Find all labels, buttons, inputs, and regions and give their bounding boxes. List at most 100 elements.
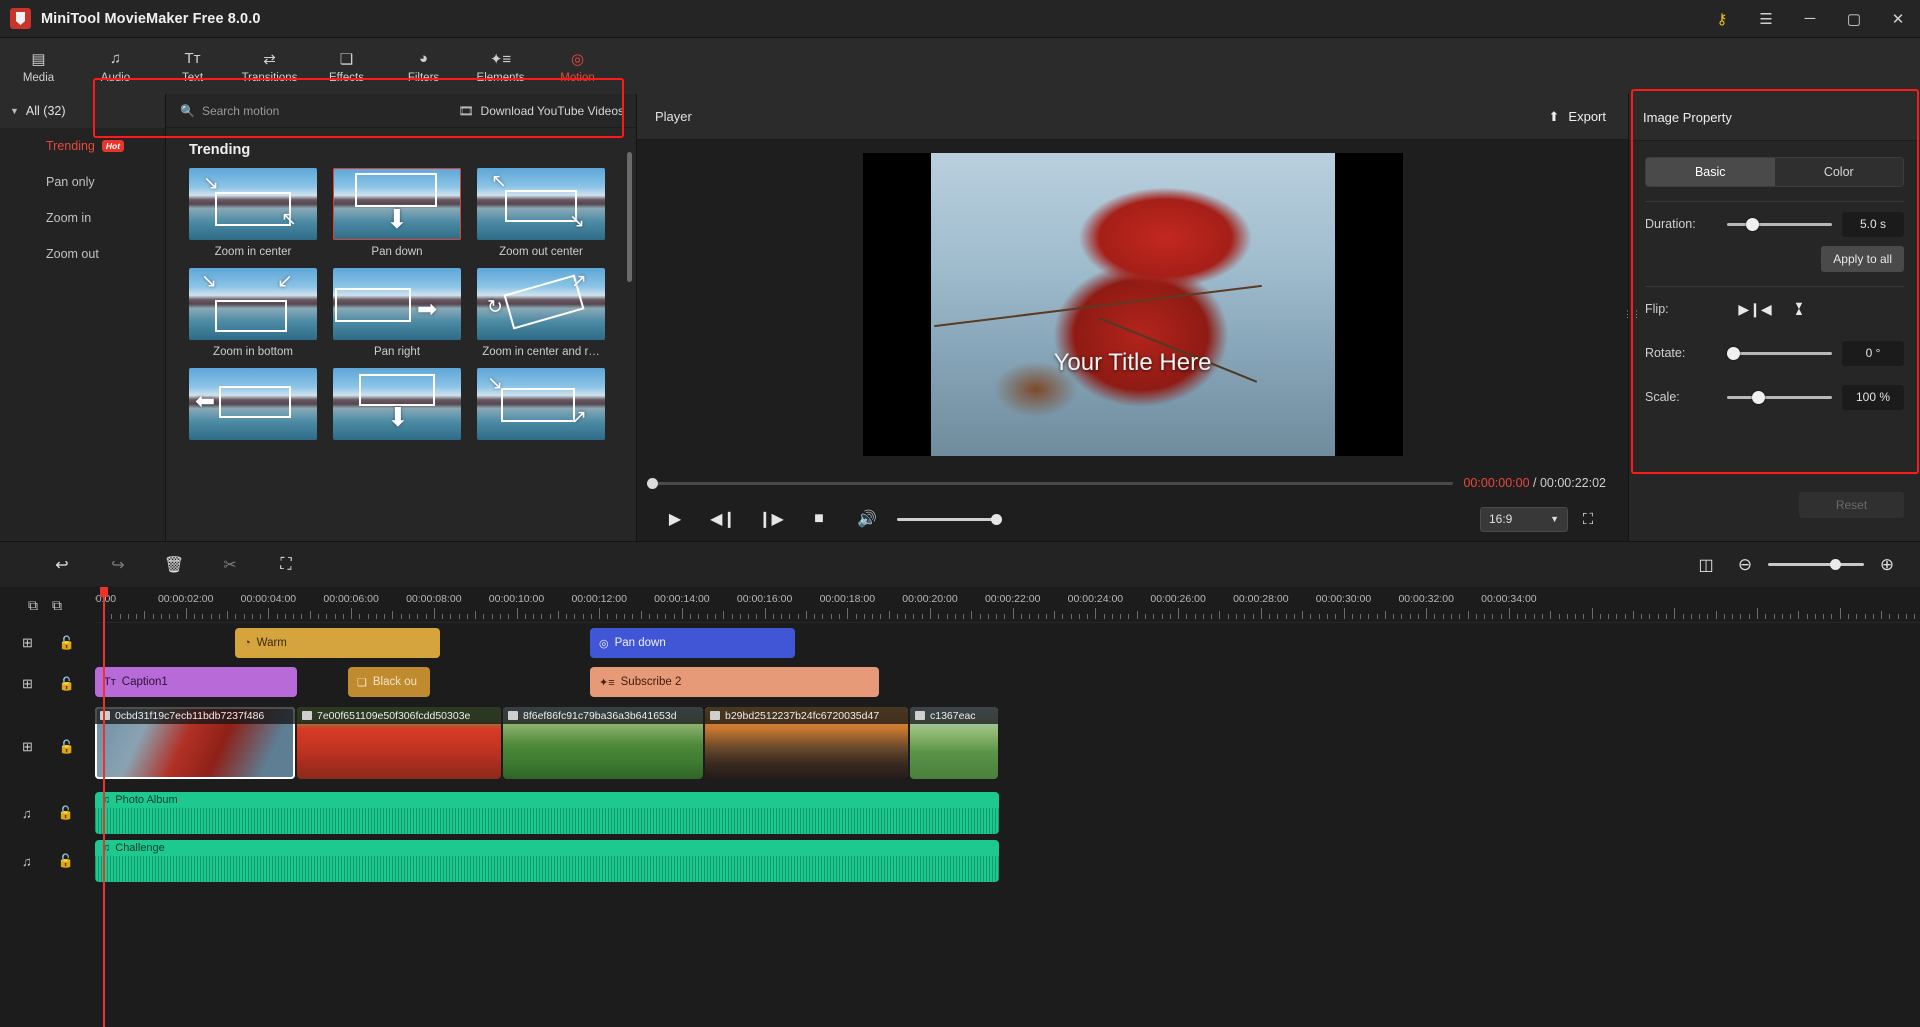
search-input[interactable]: 🔍 Search motion <box>180 104 279 118</box>
scale-handle[interactable] <box>1752 390 1766 404</box>
panel-resize-grip[interactable]: ⋮⋮ <box>1623 309 1641 320</box>
menu-button[interactable]: ☰ <box>1744 0 1788 38</box>
aspect-ratio-select[interactable]: 16:9 ▼ <box>1480 506 1568 532</box>
motion-scrollbar[interactable] <box>627 152 632 282</box>
close-button[interactable]: ✕ <box>1876 0 1920 38</box>
tab-color[interactable]: Color <box>1775 158 1904 186</box>
motion-item-zoom-out-center[interactable]: ↖ ↘ Zoom out center <box>477 168 605 258</box>
timeline-zoom-handle[interactable] <box>1830 559 1841 570</box>
ribbon-item-motion[interactable]: ◎ Motion <box>539 38 616 94</box>
play-icon[interactable]: ▶ <box>651 497 699 541</box>
reset-button[interactable]: Reset <box>1799 492 1904 518</box>
unlock-icon[interactable]: 🔓 <box>59 635 75 651</box>
unlock-icon[interactable]: 🔓 <box>59 676 75 692</box>
timeline-clip-black-out[interactable]: ❏ Black ou <box>348 667 430 697</box>
motion-item-8[interactable]: ⬇ <box>333 368 461 446</box>
timeline-clip-challenge[interactable]: ♫ Challenge <box>95 840 999 882</box>
flip-horizontal-icon[interactable]: ▶❙◀ <box>1738 298 1771 320</box>
split-view-icon[interactable]: ◫ <box>1678 542 1734 588</box>
category-all[interactable]: ▼ All (32) <box>0 94 165 128</box>
ruler-tick <box>1029 614 1031 619</box>
timeline-clip-video-3[interactable]: 8f6ef86fc91c79ba36a3b641653d <box>503 707 703 779</box>
rotate-slider[interactable] <box>1727 346 1832 360</box>
motion-item-zoom-in-bottom[interactable]: ↘ ↙ Zoom in bottom <box>189 268 317 358</box>
player-progress-handle[interactable] <box>647 477 658 489</box>
audio-track-icon[interactable]: ♫ <box>22 854 32 869</box>
scale-value[interactable]: 100 % <box>1842 384 1904 410</box>
category-item-pan-only[interactable]: Pan only <box>0 164 165 200</box>
timeline-clip-caption1[interactable]: Tт Caption1 <box>95 667 297 697</box>
category-item-zoom-out[interactable]: Zoom out <box>0 236 165 272</box>
timeline-clip-warm[interactable]: ◔ Warm <box>235 628 440 658</box>
unlock-icon[interactable]: 🔓 <box>58 853 74 869</box>
crop-icon[interactable]: ⛶ <box>258 542 314 588</box>
ribbon-item-effects[interactable]: ❏ Effects <box>308 38 385 94</box>
split-icon[interactable]: ✂ <box>202 542 258 588</box>
timeline-zoom-slider[interactable] <box>1768 559 1864 570</box>
maximize-button[interactable]: ▢ <box>1832 0 1876 38</box>
ruler-tick <box>1732 614 1734 619</box>
redo-icon[interactable]: ↪ <box>90 542 146 588</box>
rotate-value[interactable]: 0 ° <box>1842 340 1904 366</box>
timeline-clip-video-1[interactable]: 0cbd31f19c7ecb11bdb7237f486 <box>95 707 295 779</box>
previous-frame-icon[interactable]: ◀❙ <box>699 497 747 541</box>
export-button[interactable]: ⬆ Export <box>1549 109 1606 125</box>
rotate-handle[interactable] <box>1727 346 1740 360</box>
volume-handle[interactable] <box>991 513 1002 525</box>
motion-item-pan-right[interactable]: ➡ Pan right <box>333 268 461 358</box>
motion-item-pan-down[interactable]: ⬇ Pan down <box>333 168 461 258</box>
ribbon-item-media[interactable]: ▤ Media <box>0 38 77 94</box>
volume-slider[interactable] <box>897 513 1002 525</box>
duration-handle[interactable] <box>1745 217 1759 231</box>
motion-item-9[interactable]: ↘ ↗ <box>477 368 605 446</box>
apply-to-all-button[interactable]: Apply to all <box>1821 246 1904 272</box>
motion-item-zoom-in-center[interactable]: ↘ ↖ Zoom in center <box>189 168 317 258</box>
timeline-ruler[interactable]: 00:0000:00:02:0000:00:04:0000:00:06:0000… <box>95 587 1920 623</box>
motion-section-title: Trending <box>189 142 251 158</box>
flip-vertical-icon[interactable]: ▼ ▲ <box>1785 298 1813 320</box>
timeline-clip-video-4[interactable]: b29bd2512237b24fc6720035d47 <box>705 707 908 779</box>
ribbon-item-filters[interactable]: ◕ Filters <box>385 38 462 94</box>
scale-slider[interactable] <box>1727 390 1832 404</box>
volume-icon[interactable]: 🔊 <box>843 497 891 541</box>
stop-icon[interactable]: ■ <box>795 497 843 541</box>
add-track-icon[interactable]: ⧉ <box>28 597 38 614</box>
timeline-clip-photo-album[interactable]: ♫ Photo Album <box>95 792 999 834</box>
category-item-zoom-in[interactable]: Zoom in <box>0 200 165 236</box>
unlock-icon[interactable]: 🔓 <box>59 739 75 755</box>
zoom-in-icon[interactable]: ⊕ <box>1876 555 1898 575</box>
undo-icon[interactable]: ↩ <box>34 542 90 588</box>
playhead[interactable] <box>100 587 108 1027</box>
next-frame-icon[interactable]: ❙▶ <box>747 497 795 541</box>
zoom-out-icon[interactable]: ⊖ <box>1734 555 1756 575</box>
tab-basic[interactable]: Basic <box>1646 158 1775 186</box>
timeline-clip-subscribe-2[interactable]: ✦≡ Subscribe 2 <box>590 667 879 697</box>
ruler-tick <box>1839 608 1841 619</box>
motion-item-zoom-in-center-and-rotate[interactable]: ↻ ↗ Zoom in center and r… <box>477 268 605 358</box>
timeline-clip-pan-down[interactable]: ◎ Pan down <box>590 628 795 658</box>
ribbon-item-text[interactable]: Tт Text <box>154 38 231 94</box>
text-track-icon[interactable]: ⊞ <box>22 676 33 692</box>
minimize-button[interactable]: ─ <box>1788 0 1832 38</box>
license-key-button[interactable]: ⚷ <box>1700 0 1744 38</box>
fullscreen-icon[interactable]: ⛶ <box>1568 497 1608 541</box>
unlock-icon[interactable]: 🔓 <box>58 805 74 821</box>
delete-icon[interactable]: 🗑 <box>146 542 202 588</box>
motion-item-7[interactable]: ⬅ <box>189 368 317 446</box>
audio-track-icon[interactable]: ♫ <box>22 806 32 821</box>
video-track-icon[interactable]: ⊞ <box>22 739 33 755</box>
effect-track-icon[interactable]: ⊞ <box>22 635 33 651</box>
ribbon-item-elements[interactable]: ✦≡ Elements <box>462 38 539 94</box>
video-preview[interactable]: Your Title Here <box>862 153 1403 456</box>
timeline-clip-video-5[interactable]: c1367eac <box>910 707 998 779</box>
timeline-clip-video-2[interactable]: 7e00f651109e50f306fcdd50303e <box>297 707 501 779</box>
flip-row: Flip: ▶❙◀ ▼ ▲ <box>1645 287 1904 331</box>
ribbon-item-audio[interactable]: ♫ Audio <box>77 38 154 94</box>
duplicate-track-icon[interactable]: ⧉ <box>52 597 62 614</box>
download-youtube-button[interactable]: 🎞 Download YouTube Videos <box>458 104 624 118</box>
player-progress-slider[interactable] <box>647 477 1454 489</box>
duration-slider[interactable] <box>1727 217 1832 231</box>
duration-value[interactable]: 5.0 s <box>1842 211 1904 237</box>
category-item-trending[interactable]: Trending Hot <box>0 128 165 164</box>
ribbon-item-transitions[interactable]: ⇄ Transitions <box>231 38 308 94</box>
